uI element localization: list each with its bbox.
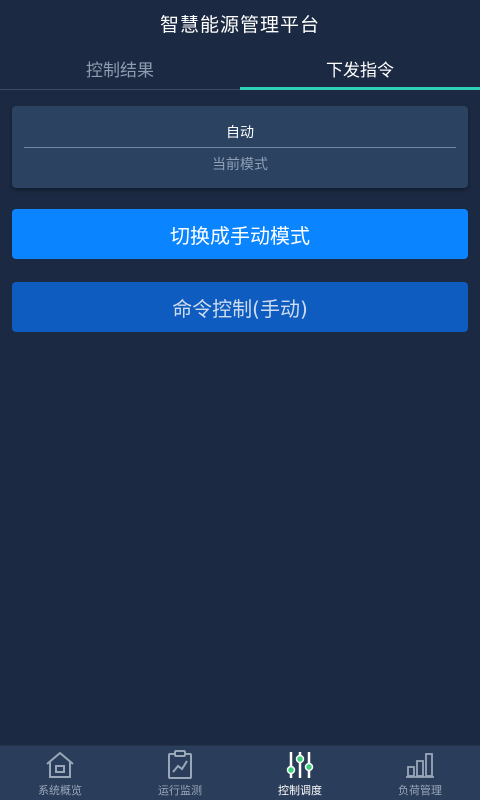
page-title: 智慧能源管理平台 [159,13,320,36]
current-mode-caption: 当前模式 [212,157,268,173]
nav-item-control-dispatch[interactable]: 控制调度 [240,746,360,800]
command-control-button[interactable]: 命令控制(手动) [12,282,468,332]
tab-issue-commands[interactable]: 下发指令 [240,46,480,90]
tab-label: 控制结果 [86,60,154,81]
app-header: 智慧能源管理平台 [0,0,480,46]
nav-label-load-management: 负荷管理 [398,784,442,797]
app-screen: 智慧能源管理平台 控制结果 下发指令 自动 当前模式 切换成手动模式 命令控制(… [0,0,480,800]
home-icon [43,750,77,780]
current-mode-value: 自动 [226,125,254,141]
bar-chart-icon [403,750,437,780]
nav-item-monitoring[interactable]: 运行监测 [120,746,240,800]
tab-control-results[interactable]: 控制结果 [0,46,240,90]
nav-label-overview: 系统概览 [38,784,82,797]
mode-divider [24,147,456,148]
bottom-navigation: 系统概览 运行监测 控制调度 负荷管理 [0,745,480,800]
nav-item-load-management[interactable]: 负荷管理 [360,746,480,800]
nav-label-monitoring: 运行监测 [158,784,202,797]
sliders-icon [283,750,317,780]
current-mode-card: 自动 当前模式 [12,106,468,188]
tab-bar: 控制结果 下发指令 [0,46,480,90]
switch-to-manual-label: 切换成手动模式 [170,223,310,248]
tab-label: 下发指令 [326,60,394,81]
command-control-label: 命令控制(手动) [172,296,308,321]
nav-item-overview[interactable]: 系统概览 [0,746,120,800]
switch-to-manual-button[interactable]: 切换成手动模式 [12,209,468,259]
monitor-clipboard-icon [163,750,197,780]
nav-label-control-dispatch: 控制调度 [278,784,322,797]
